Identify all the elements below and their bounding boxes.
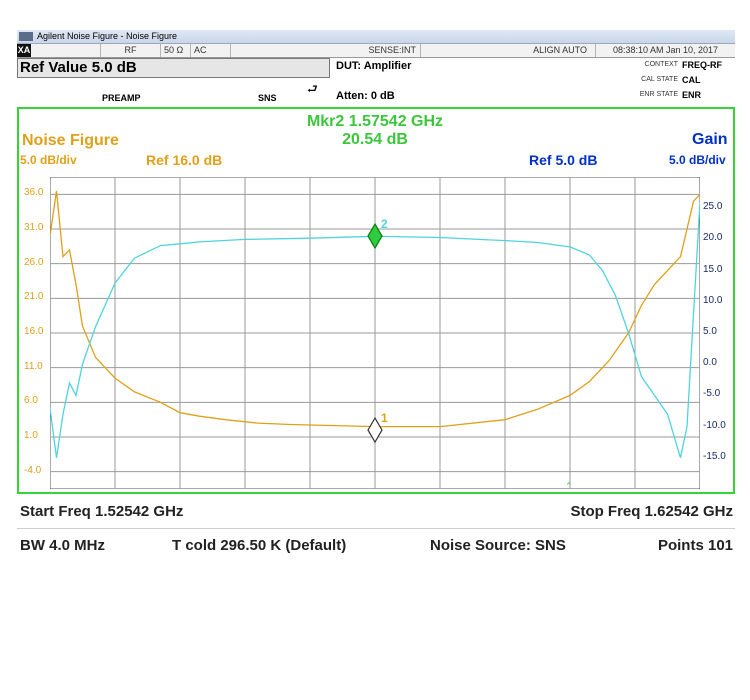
start-freq[interactable]: Start Freq 1.52542 GHz	[20, 503, 183, 520]
context-value: FREQ-RF	[682, 60, 722, 70]
right-axis-tick-label: 25.0	[703, 201, 723, 213]
left-axis-tick-label: 26.0	[24, 256, 44, 268]
context-label: CONTEXT	[644, 61, 678, 68]
stop-freq[interactable]: Stop Freq 1.62542 GHz	[570, 503, 733, 520]
ref-value-field[interactable]: Ref Value 5.0 dB	[17, 58, 330, 78]
right-axis-tick-label: -15.0	[703, 450, 726, 462]
right-axis-tick-label: 10.0	[703, 294, 723, 306]
dut-label: DUT: Amplifier	[336, 60, 412, 72]
status-bar: XA RF 50 Ω AC SENSE:INT ALIGN AUTO 08:38…	[17, 44, 735, 58]
right-axis-tick-label: -5.0	[703, 388, 721, 400]
right-axis-tick-label: 5.0	[703, 326, 717, 337]
impedance-label: 50 Ω	[161, 44, 191, 57]
enr-state-label: ENR STATE	[639, 91, 678, 98]
right-axis-tick-label: 20.0	[703, 232, 723, 244]
left-axis-tick-label: 6.0	[24, 395, 38, 407]
left-axis-tick-label: 36.0	[24, 187, 44, 199]
noise-gain-plot: 12	[50, 177, 700, 489]
noise-figure-ref: Ref 16.0 dB	[146, 152, 223, 168]
left-axis-tick-label: 21.0	[24, 291, 44, 303]
coupling-label: AC	[191, 44, 231, 57]
footer-divider	[17, 528, 735, 529]
atten-label: Atten: 0 dB	[336, 90, 395, 102]
spacer	[31, 44, 101, 57]
points: Points 101	[657, 537, 733, 554]
t-cold: T cold 296.50 K (Default)	[172, 537, 347, 554]
left-axis-tick-label: -4.0	[24, 464, 42, 476]
sns-label: SNS	[258, 93, 277, 103]
left-axis-tick-label: 1.0	[24, 430, 38, 441]
right-axis-tick-label: 15.0	[703, 263, 723, 275]
noise-figure-scale: 5.0 dB/div	[20, 153, 77, 167]
rf-label: RF	[101, 44, 161, 57]
gain-scale: 5.0 dB/div	[669, 153, 726, 167]
left-axis-tick-label: 31.0	[24, 222, 44, 233]
timestamp: 08:38:10 AM Jan 10, 2017	[612, 45, 719, 55]
cal-state-label: CAL STATE	[641, 76, 678, 83]
left-axis-tick-label: 11.0	[24, 360, 43, 372]
noise-source: Noise Source: SNS	[430, 537, 566, 554]
enr-state-value: ENR	[682, 90, 702, 100]
marker-readout-freq: Mkr2 1.57542 GHz	[306, 113, 444, 130]
window-title-bar: Agilent Noise Figure - Noise Figure	[17, 30, 735, 44]
gain-title: Gain	[692, 131, 728, 148]
right-axis-tick-label: 0.0	[703, 357, 717, 369]
app-icon	[19, 32, 33, 41]
sense-label: SENSE:INT	[231, 44, 421, 57]
enter-arrow-icon: ⮐	[307, 82, 318, 96]
noise-figure-title: Noise Figure	[22, 132, 119, 149]
bandwidth: BW 4.0 MHz	[20, 537, 106, 554]
cal-state-value: CAL	[682, 75, 701, 85]
right-axis-tick-label: -10.0	[703, 419, 726, 431]
align-label: ALIGN AUTO	[421, 44, 596, 57]
marker-2-label: 2	[381, 217, 388, 231]
center-caret-icon: ⌃	[565, 481, 573, 491]
marker-1-label: 1	[381, 411, 388, 425]
left-axis-tick-label: 16.0	[24, 326, 44, 337]
mode-icon: XA	[17, 44, 31, 57]
window-title: Agilent Noise Figure - Noise Figure	[37, 31, 178, 41]
preamp-label: PREAMP	[102, 93, 141, 103]
gain-ref: Ref 5.0 dB	[529, 152, 598, 168]
